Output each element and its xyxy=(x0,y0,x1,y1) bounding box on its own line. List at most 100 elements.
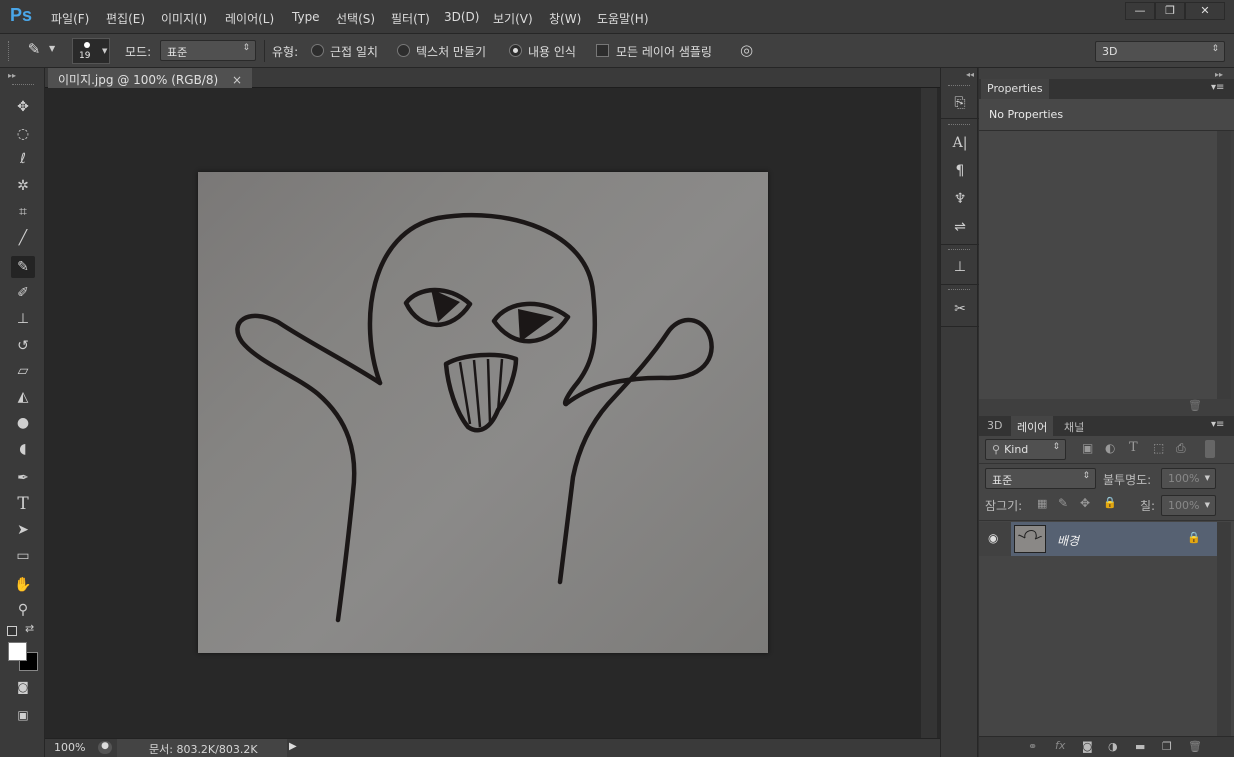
canvas-image[interactable] xyxy=(198,172,768,653)
blend-mode-select[interactable]: 표준 ⇕ xyxy=(985,468,1096,489)
radio-create-texture[interactable] xyxy=(397,44,410,57)
clone-source-icon[interactable]: ⊥ xyxy=(949,256,971,278)
new-group-icon[interactable]: ▬ xyxy=(1135,740,1145,753)
tab-layers[interactable]: 레이어 xyxy=(1011,416,1054,436)
blur-tool-icon[interactable]: ● xyxy=(11,412,35,434)
magic-wand-tool-icon[interactable]: ✲ xyxy=(11,175,35,197)
close-window-button[interactable]: ✕ xyxy=(1185,2,1225,20)
layers-scrollbar[interactable] xyxy=(1217,522,1231,736)
lock-image-icon[interactable]: ✎ xyxy=(1058,496,1068,510)
spot-healing-brush-icon[interactable]: ✎ xyxy=(22,40,46,62)
link-layers-icon[interactable]: ⚭ xyxy=(1028,740,1037,753)
fill-field[interactable]: 100% ▼ xyxy=(1161,495,1216,516)
marquee-tool-icon[interactable]: ◌ xyxy=(11,123,35,145)
properties-tab[interactable]: Properties xyxy=(981,79,1049,99)
opacity-field[interactable]: 100% ▼ xyxy=(1161,468,1216,489)
menu-help[interactable]: 도움말(H) xyxy=(597,10,649,27)
tool-presets-icon[interactable]: ✂ xyxy=(949,298,971,320)
layer-row[interactable]: ◉ 배경 🔒 xyxy=(979,522,1217,556)
radio-content-aware[interactable] xyxy=(509,44,522,57)
panel-menu-icon[interactable]: ▾≡ xyxy=(1211,419,1224,430)
expand-panels-icon[interactable]: ◂◂ xyxy=(966,70,974,79)
eyedropper-tool-icon[interactable]: ╱ xyxy=(11,227,35,249)
fx-icon[interactable]: fx xyxy=(1055,739,1065,752)
menu-layer[interactable]: 레이어(L) xyxy=(225,10,274,27)
type-tool-icon[interactable]: T xyxy=(11,493,35,515)
default-colors-icon[interactable] xyxy=(7,626,17,636)
radio-proximity-match[interactable] xyxy=(311,44,324,57)
zoom-level[interactable]: 100% xyxy=(54,741,85,754)
tab-channels[interactable]: 채널 xyxy=(1058,416,1090,436)
move-tool-icon[interactable]: ✥ xyxy=(11,96,35,118)
tool-preset-arrow-icon[interactable]: ▼ xyxy=(49,44,55,53)
filter-adjustment-icon[interactable]: ◐ xyxy=(1105,441,1115,455)
character-panel-icon[interactable]: A| xyxy=(949,132,971,154)
brush-presets-icon[interactable]: ⇌ xyxy=(949,216,971,238)
lasso-tool-icon[interactable]: ℓ xyxy=(11,148,35,170)
paragraph-panel-icon[interactable]: ¶ xyxy=(949,160,971,182)
clone-stamp-tool-icon[interactable]: ⊥ xyxy=(11,308,35,330)
layer-name[interactable]: 배경 xyxy=(1057,532,1079,549)
filter-toggle[interactable] xyxy=(1205,440,1215,458)
vertical-scrollbar[interactable] xyxy=(921,88,937,738)
brush-picker[interactable]: 19 ▼ xyxy=(72,38,110,64)
options-bar: ✎ ▼ 19 ▼ 모드: 표준 ⇕ 유형: 근접 일치 텍스처 만들기 내용 인식… xyxy=(0,34,1234,68)
eraser-tool-icon[interactable]: ▱ xyxy=(11,360,35,382)
menu-view[interactable]: 보기(V) xyxy=(493,10,533,27)
pressure-size-icon[interactable]: ◎ xyxy=(740,41,753,59)
lock-all-icon[interactable]: 🔒 xyxy=(1103,496,1117,509)
lock-position-icon[interactable]: ✥ xyxy=(1080,496,1090,510)
filter-pixel-icon[interactable]: ▣ xyxy=(1082,441,1093,455)
rectangle-tool-icon[interactable]: ▭ xyxy=(11,545,35,567)
workspace-select[interactable]: 3D ⇕ xyxy=(1095,41,1225,62)
minimize-button[interactable]: — xyxy=(1125,2,1155,20)
screen-mode-icon[interactable]: ▣ xyxy=(11,704,35,726)
hand-tool-icon[interactable]: ✋ xyxy=(11,574,35,596)
filter-shape-icon[interactable]: ⬚ xyxy=(1153,441,1164,455)
mode-select[interactable]: 표준 ⇕ xyxy=(160,40,256,61)
menu-edit[interactable]: 편집(E) xyxy=(106,10,145,27)
menu-file[interactable]: 파일(F) xyxy=(51,10,89,27)
restore-button[interactable]: ❐ xyxy=(1155,2,1185,20)
filter-smart-object-icon[interactable]: ⎙ xyxy=(1176,441,1186,456)
dodge-tool-icon[interactable]: ◖ xyxy=(11,438,35,460)
add-mask-icon[interactable]: ◙ xyxy=(1082,740,1093,753)
brush-panel-icon[interactable]: ♆ xyxy=(949,188,971,210)
swap-colors-icon[interactable]: ⇄ xyxy=(25,622,34,635)
properties-scrollbar[interactable] xyxy=(1217,131,1231,399)
pen-tool-icon[interactable]: ✒ xyxy=(11,467,35,489)
filter-kind-select[interactable]: ⚲ Kind ⇕ xyxy=(985,439,1066,460)
close-tab-icon[interactable]: × xyxy=(232,73,242,87)
spot-healing-brush-tool-icon[interactable]: ✎ xyxy=(11,256,35,278)
sample-all-layers-checkbox[interactable] xyxy=(596,44,609,57)
menu-select[interactable]: 선택(S) xyxy=(336,10,375,27)
delete-layer-icon[interactable]: 🗑 xyxy=(1188,740,1202,753)
lock-transparent-icon[interactable]: ▦ xyxy=(1037,497,1047,510)
document-tab[interactable]: 이미지.jpg @ 100% (RGB/8) × xyxy=(48,68,253,88)
zoom-tool-icon[interactable]: ⚲ xyxy=(11,599,35,621)
status-export-icon[interactable]: ● xyxy=(98,741,112,754)
panel-menu-icon[interactable]: ▾≡ xyxy=(1211,82,1224,93)
history-panel-icon[interactable]: ⎘ xyxy=(949,92,971,114)
filter-type-icon[interactable]: T xyxy=(1129,440,1138,455)
menu-window[interactable]: 창(W) xyxy=(549,10,581,27)
tab-3d[interactable]: 3D xyxy=(981,416,1008,436)
paint-bucket-tool-icon[interactable]: ◭ xyxy=(11,386,35,408)
menu-type[interactable]: Type xyxy=(292,10,320,24)
collapse-arrows-icon[interactable]: ▸▸ xyxy=(8,71,16,80)
path-selection-tool-icon[interactable]: ➤ xyxy=(11,519,35,541)
menu-3d[interactable]: 3D(D) xyxy=(444,10,479,24)
adjustment-layer-icon[interactable]: ◑ xyxy=(1108,740,1118,753)
collapse-dock-icon[interactable]: ▸▸ xyxy=(1215,70,1223,79)
foreground-color-swatch[interactable] xyxy=(8,642,27,661)
new-layer-icon[interactable]: ❐ xyxy=(1162,740,1172,753)
delete-icon[interactable]: 🗑 xyxy=(1188,399,1202,412)
menu-filter[interactable]: 필터(T) xyxy=(391,10,430,27)
history-brush-tool-icon[interactable]: ↺ xyxy=(11,335,35,357)
quick-mask-icon[interactable]: ◙ xyxy=(11,676,35,698)
menu-image[interactable]: 이미지(I) xyxy=(161,10,207,27)
status-menu-arrow-icon[interactable]: ▶ xyxy=(289,741,297,752)
brush-tool-icon[interactable]: ✐ xyxy=(11,282,35,304)
visibility-eye-icon[interactable]: ◉ xyxy=(988,531,998,545)
crop-tool-icon[interactable]: ⌗ xyxy=(11,201,35,223)
